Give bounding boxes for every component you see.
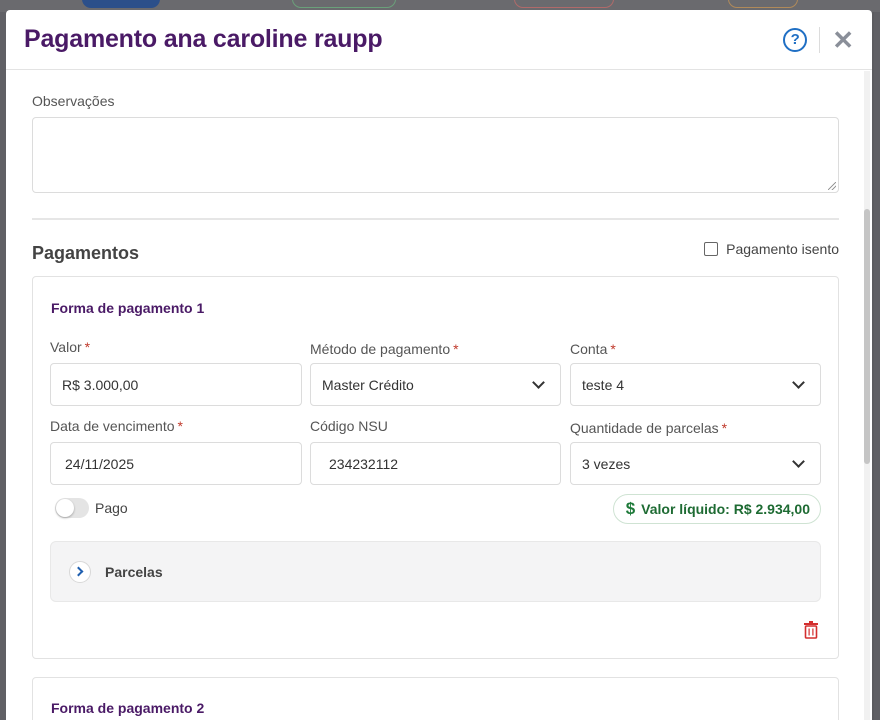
backdrop-pill: [514, 0, 614, 8]
pago-toggle[interactable]: [55, 498, 89, 518]
parcelas-section-toggle[interactable]: Parcelas: [50, 541, 821, 602]
dollar-icon: $: [625, 499, 636, 518]
payment-method-title: Forma de pagamento 2: [51, 700, 205, 716]
backdrop-pill: [728, 0, 798, 8]
conta-label: Conta *: [570, 341, 616, 357]
pago-toggle-row[interactable]: Pago: [55, 498, 128, 518]
valor-label: Valor *: [50, 339, 91, 355]
backdrop-side: [874, 12, 880, 720]
metodo-pagamento-select[interactable]: Master Crédito: [310, 363, 561, 406]
observacoes-textarea[interactable]: [32, 117, 839, 193]
modal-title: Pagamento ana caroline raupp: [24, 25, 383, 53]
metodo-pagamento-label: Método de pagamento *: [310, 341, 459, 357]
pago-label: Pago: [95, 500, 128, 516]
parcelas-label: Parcelas: [105, 563, 163, 580]
valor-input[interactable]: R$ 3.000,00: [50, 363, 302, 406]
payment-modal: Pagamento ana caroline raupp ? ✕ Observa…: [6, 10, 872, 720]
payment-method-card-1: Forma de pagamento 1 Valor * R$ 3.000,00 …: [32, 276, 839, 659]
pagamento-isento-checkbox[interactable]: [704, 242, 719, 256]
codigo-nsu-label: Código NSU: [310, 418, 388, 434]
chevron-down-icon: [792, 375, 805, 389]
trash-icon[interactable]: [804, 621, 818, 639]
section-divider: [32, 218, 839, 220]
modal-body: Observações Pagamentos Pagamento isento …: [6, 71, 872, 720]
conta-select[interactable]: teste 4: [570, 363, 821, 406]
chevron-down-icon: [792, 454, 805, 468]
chevron-down-icon: [532, 375, 545, 389]
codigo-nsu-input[interactable]: 234232112: [310, 442, 561, 485]
backdrop-pill: [82, 0, 160, 8]
observacoes-label: Observações: [32, 93, 115, 109]
toggle-knob: [56, 499, 74, 517]
data-vencimento-label: Data de vencimento *: [50, 418, 183, 434]
pagamento-isento-option[interactable]: Pagamento isento: [704, 241, 839, 257]
valor-liquido-text: Valor líquido: R$ 2.934,00: [641, 501, 810, 517]
data-vencimento-input[interactable]: 24/11/2025: [50, 442, 302, 485]
chevron-right-icon[interactable]: [69, 560, 91, 583]
help-icon[interactable]: ?: [783, 27, 808, 52]
payment-method-card-2: Forma de pagamento 2: [32, 677, 839, 720]
header-divider: [819, 26, 821, 53]
pagamentos-title: Pagamentos: [32, 243, 140, 263]
close-icon[interactable]: ✕: [832, 27, 854, 53]
payment-method-title: Forma de pagamento 1: [51, 300, 205, 316]
quantidade-parcelas-select[interactable]: 3 vezes: [570, 442, 821, 485]
scrollbar-thumb[interactable]: [864, 209, 870, 464]
quantidade-parcelas-label: Quantidade de parcelas *: [570, 420, 728, 436]
backdrop-pill: [292, 0, 396, 8]
scrollbar[interactable]: [864, 71, 870, 720]
pagamento-isento-label: Pagamento isento: [726, 241, 839, 257]
resize-grip-icon[interactable]: [828, 182, 836, 190]
modal-header: Pagamento ana caroline raupp ? ✕: [6, 10, 872, 70]
valor-liquido-badge: $ Valor líquido: R$ 2.934,00: [612, 494, 821, 524]
